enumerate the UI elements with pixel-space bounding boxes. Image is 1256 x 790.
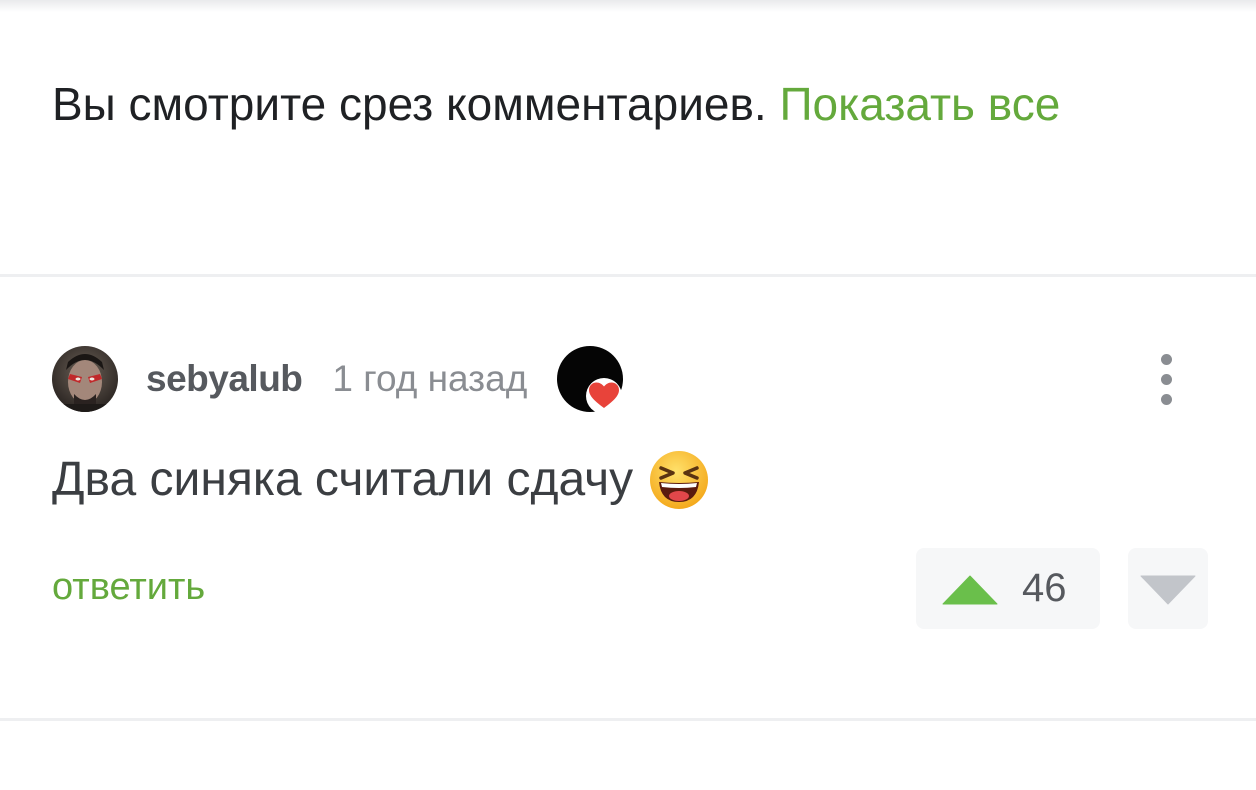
comment-header: sebyalub 1 год назад <box>52 346 624 414</box>
divider <box>0 718 1256 721</box>
comment-text: Два синяка считали сдачу <box>52 453 634 506</box>
upvote-arrow-icon <box>942 575 998 605</box>
comments-slice-notice: Вы смотрите срез комментариев. Показать … <box>52 72 1202 136</box>
comments-page: Вы смотрите срез комментариев. Показать … <box>0 0 1256 790</box>
show-all-comments-link[interactable]: Показать все <box>779 78 1060 130</box>
comment-body: Два синяка считали сдачу <box>52 450 709 510</box>
downvote-button[interactable] <box>1128 548 1208 629</box>
comment-author[interactable]: sebyalub <box>146 358 303 400</box>
divider <box>0 274 1256 277</box>
rating-count: 46 <box>1022 566 1067 610</box>
more-vertical-icon[interactable] <box>1152 350 1182 408</box>
heart-badge-icon <box>557 346 624 414</box>
reply-link[interactable]: ответить <box>52 562 205 612</box>
avatar[interactable] <box>52 346 118 412</box>
downvote-arrow-icon <box>1140 575 1196 605</box>
grinning-squinting-face-icon <box>650 451 709 509</box>
slice-notice-text: Вы смотрите срез комментариев. <box>52 78 767 130</box>
header-shadow <box>0 0 1256 12</box>
comment-timestamp: 1 год назад <box>332 358 528 399</box>
upvote-button[interactable]: 46 <box>916 548 1100 629</box>
